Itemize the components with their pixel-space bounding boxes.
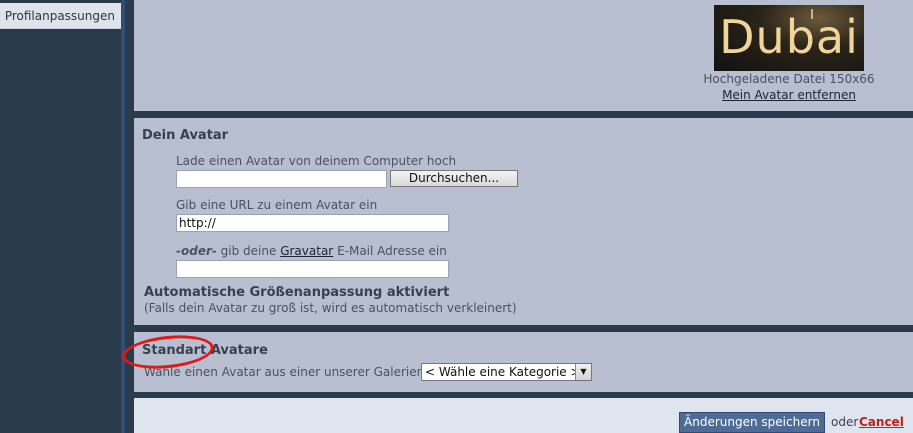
or-text: -oder- xyxy=(176,244,217,258)
remove-avatar-link[interactable]: Mein Avatar entfernen xyxy=(694,88,884,102)
auto-resize-note: (Falls dein Avatar zu groß ist, wird es … xyxy=(144,301,517,315)
gravatar-label-pre: gib deine xyxy=(216,244,281,258)
current-avatar-panel: Dubai Hochgeladene Datei 150x66 Mein Ava… xyxy=(134,0,913,111)
sidebar-item-label: Profilanpassungen xyxy=(4,9,115,23)
category-select-value: < Wähle eine Kategorie > xyxy=(425,365,581,379)
category-select[interactable]: < Wähle eine Kategorie > ▼ xyxy=(421,363,592,381)
standard-avatars-panel: Standart Avatare Wähle einen Avatar aus … xyxy=(134,332,913,392)
upload-file-field[interactable] xyxy=(176,170,387,188)
gravatar-email-input[interactable] xyxy=(176,260,449,278)
avatar-url-input[interactable]: http:// xyxy=(176,214,449,232)
gravatar-link[interactable]: Gravatar xyxy=(280,244,333,258)
sidebar-gap xyxy=(125,0,134,433)
url-label: Gib eine URL zu einem Avatar ein xyxy=(176,198,378,212)
auto-resize-title: Automatische Größenanpassung aktiviert xyxy=(144,285,450,300)
sidebar: Profilanpassungen xyxy=(0,0,121,433)
your-avatar-title: Dein Avatar xyxy=(142,128,229,143)
upload-label: Lade einen Avatar von deinem Computer ho… xyxy=(176,154,457,168)
current-avatar-image: Dubai xyxy=(714,5,864,71)
save-button[interactable]: Änderungen speichern xyxy=(679,412,825,433)
chevron-down-icon[interactable]: ▼ xyxy=(575,364,591,380)
main-content: Dubai Hochgeladene Datei 150x66 Mein Ava… xyxy=(120,0,913,433)
browse-button[interactable]: Durchsuchen... xyxy=(390,170,518,187)
or-separator: oder xyxy=(831,415,859,429)
gallery-label: Wähle einen Avatar aus einer unserer Gal… xyxy=(144,365,429,379)
uploaded-file-info: Hochgeladene Datei 150x66 xyxy=(703,72,875,86)
gravatar-label-post: E-Mail Adresse ein xyxy=(333,244,447,258)
cancel-link[interactable]: Cancel xyxy=(859,415,904,429)
gravatar-label: -oder- gib deine Gravatar E-Mail Adresse… xyxy=(176,244,447,258)
your-avatar-panel: Dein Avatar Lade einen Avatar von deinem… xyxy=(134,118,913,325)
avatar-image-text: Dubai xyxy=(719,10,859,64)
sidebar-item-profilanpassungen[interactable]: Profilanpassungen xyxy=(0,3,121,29)
